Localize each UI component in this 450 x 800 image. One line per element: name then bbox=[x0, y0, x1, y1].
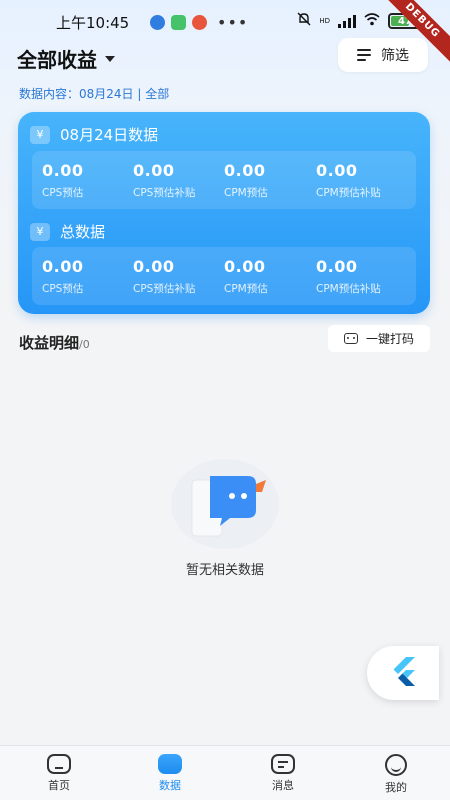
nav-item-data[interactable]: 数据 bbox=[140, 754, 200, 793]
total-stats: 0.00 CPS预估 0.00 CPS预估补贴 0.00 CPM预估 0.00 … bbox=[32, 247, 416, 305]
daily-section-title: 08月24日数据 bbox=[60, 126, 159, 144]
caret-down-icon bbox=[105, 55, 115, 62]
stat-value: 0.00 bbox=[42, 161, 84, 180]
nav-label-profile: 我的 bbox=[385, 781, 407, 794]
stat-value: 0.00 bbox=[316, 257, 358, 276]
nav-item-messages[interactable]: 消息 bbox=[253, 754, 313, 793]
stat-value: 0.00 bbox=[224, 257, 266, 276]
one-click-mask-button[interactable]: 一键打码 bbox=[328, 325, 430, 352]
stat-cps-subsidy: 0.00 CPS预估补贴 bbox=[133, 161, 195, 200]
stat-cpm-estimate: 0.00 CPM预估 bbox=[224, 257, 268, 296]
signal-icon bbox=[338, 14, 356, 28]
status-time: 上午10:45 bbox=[56, 14, 130, 32]
nav-label-data: 数据 bbox=[159, 779, 181, 792]
wifi-icon bbox=[364, 12, 380, 30]
stat-label: CPS预估补贴 bbox=[133, 283, 196, 295]
earnings-summary-card: ¥ 08月24日数据 0.00 CPS预估 0.00 CPS预估补贴 0.00 … bbox=[18, 112, 430, 314]
flutter-logo-icon bbox=[390, 656, 416, 690]
weibo-notification-icon bbox=[192, 15, 207, 30]
wechat-notification-icon bbox=[171, 15, 186, 30]
nav-item-profile[interactable]: 我的 bbox=[366, 754, 426, 795]
stat-cpm-subsidy: 0.00 CPM预估补贴 bbox=[316, 161, 381, 200]
income-details-heading: 收益明细/0 bbox=[19, 332, 90, 353]
profile-icon bbox=[385, 754, 407, 776]
stat-value: 0.00 bbox=[133, 161, 175, 180]
data-icon bbox=[158, 754, 182, 774]
stat-value: 0.00 bbox=[224, 161, 266, 180]
notification-icons: ••• bbox=[150, 13, 248, 32]
home-icon bbox=[47, 754, 71, 774]
income-details-title: 收益明细 bbox=[19, 334, 80, 352]
empty-state-illustration bbox=[170, 458, 280, 550]
empty-state-message: 暂无相关数据 bbox=[185, 563, 264, 578]
daily-section-header: ¥ 08月24日数据 bbox=[30, 124, 158, 145]
yen-icon: ¥ bbox=[30, 222, 50, 241]
stat-cpm-subsidy: 0.00 CPM预估补贴 bbox=[316, 257, 381, 296]
total-section-header: ¥ 总数据 bbox=[30, 221, 105, 242]
stat-label: CPS预估 bbox=[42, 187, 84, 199]
network-type-label: HD bbox=[319, 16, 330, 25]
stat-label: CPS预估 bbox=[42, 283, 84, 295]
flutter-floating-button[interactable] bbox=[367, 646, 439, 700]
app-notification-icon bbox=[150, 15, 165, 30]
stat-cps-estimate: 0.00 CPS预估 bbox=[42, 257, 83, 296]
nav-label-messages: 消息 bbox=[272, 779, 294, 792]
income-scope-dropdown[interactable]: 全部收益 bbox=[17, 44, 115, 73]
filter-label: 筛选 bbox=[381, 48, 409, 64]
filter-icon bbox=[357, 49, 371, 61]
data-scope-text: 数据内容：08月24日 | 全部 bbox=[19, 87, 170, 101]
yen-icon: ¥ bbox=[30, 125, 50, 144]
stat-cpm-estimate: 0.00 CPM预估 bbox=[224, 161, 268, 200]
mute-icon bbox=[297, 12, 311, 30]
stat-value: 0.00 bbox=[133, 257, 175, 276]
stat-label: CPM预估 bbox=[224, 187, 268, 199]
more-notifications-icon: ••• bbox=[217, 13, 249, 32]
mask-icon bbox=[343, 333, 358, 344]
stat-value: 0.00 bbox=[42, 257, 84, 276]
total-section-title: 总数据 bbox=[60, 223, 106, 241]
income-details-count: /0 bbox=[79, 338, 90, 351]
stat-value: 0.00 bbox=[316, 161, 358, 180]
stat-cps-subsidy: 0.00 CPS预估补贴 bbox=[133, 257, 195, 296]
stat-cps-estimate: 0.00 CPS预估 bbox=[42, 161, 83, 200]
page-title: 全部收益 bbox=[17, 48, 97, 72]
filter-button[interactable]: 筛选 bbox=[338, 38, 428, 72]
one-click-mask-label: 一键打码 bbox=[365, 332, 414, 346]
daily-stats: 0.00 CPS预估 0.00 CPS预估补贴 0.00 CPM预估 0.00 … bbox=[32, 151, 416, 209]
stat-label: CPS预估补贴 bbox=[133, 187, 196, 199]
nav-item-home[interactable]: 首页 bbox=[29, 754, 89, 793]
stat-label: CPM预估补贴 bbox=[316, 283, 381, 295]
stat-label: CPM预估补贴 bbox=[316, 187, 381, 199]
stat-label: CPM预估 bbox=[224, 283, 268, 295]
message-icon bbox=[271, 754, 295, 774]
bottom-navigation: 首页 数据 消息 我的 bbox=[0, 745, 450, 800]
nav-label-home: 首页 bbox=[48, 779, 70, 792]
